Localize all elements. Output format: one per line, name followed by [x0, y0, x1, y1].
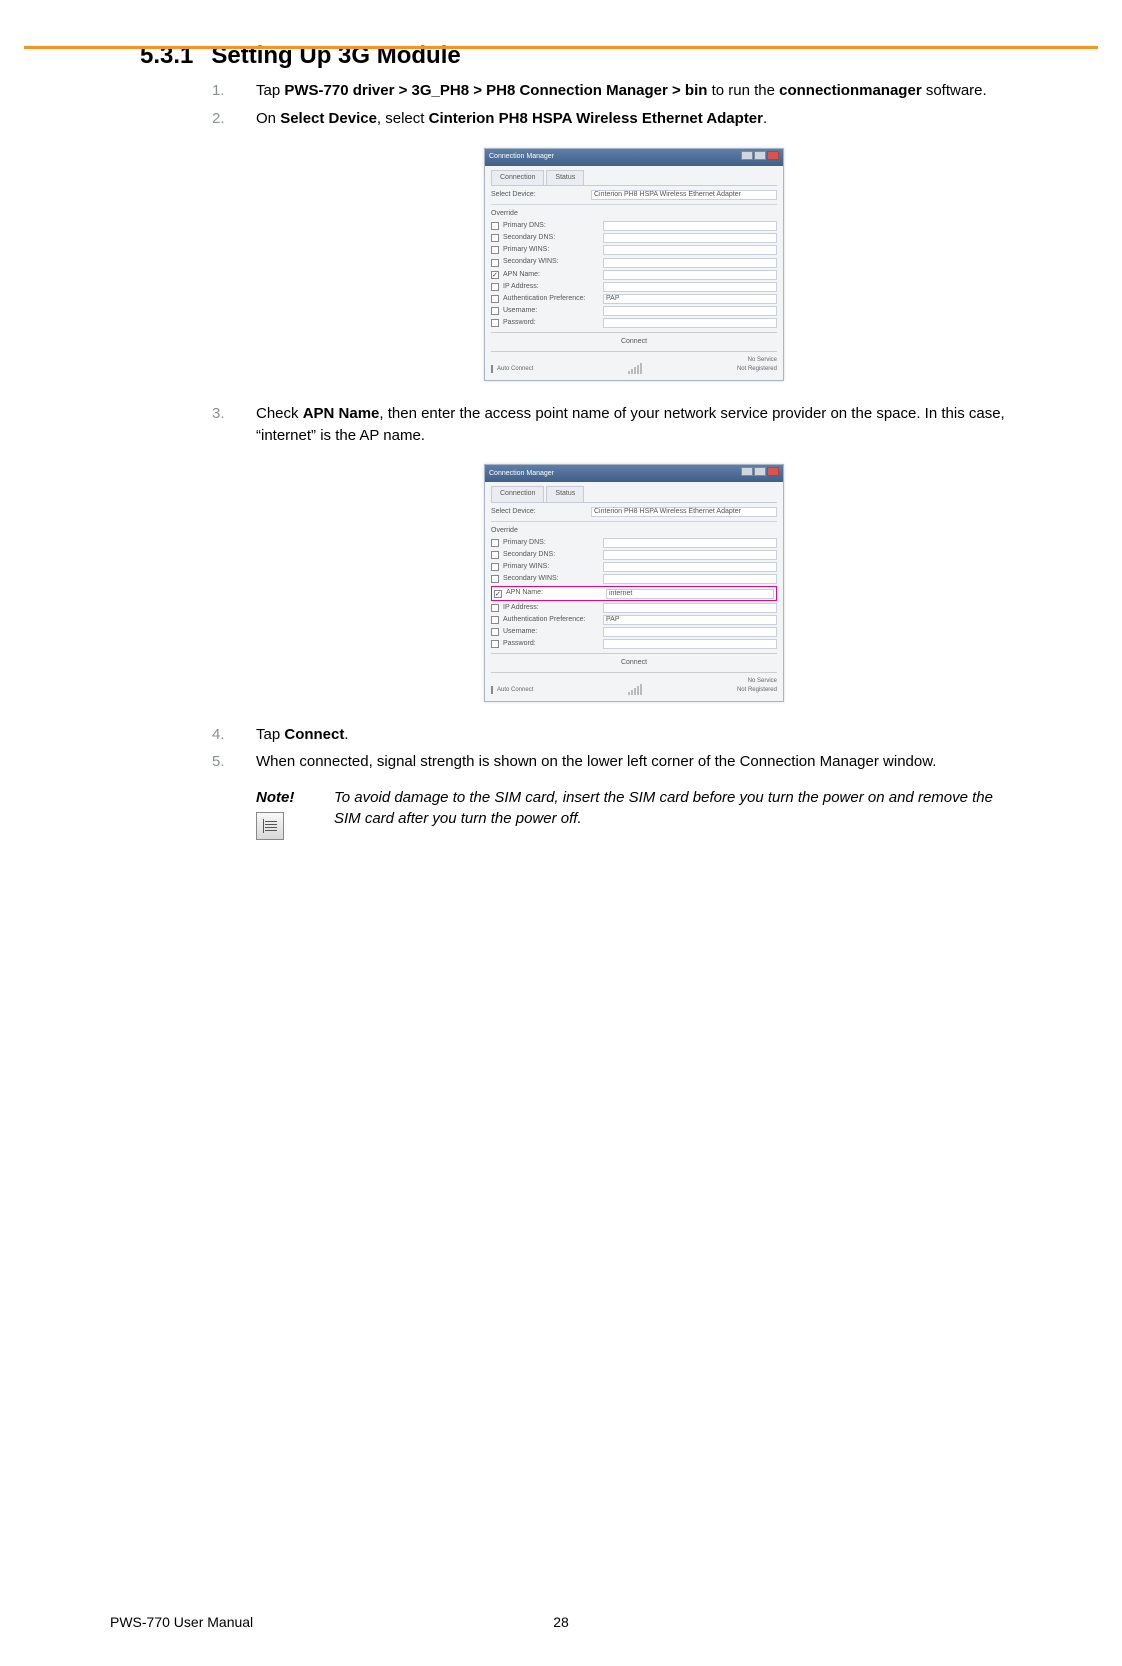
top-orange-rule	[24, 46, 1098, 49]
connect-button: Connect	[491, 332, 777, 352]
step-4: 4. Tap Connect.	[256, 724, 1012, 746]
footer-manual-title: PWS-770 User Manual	[110, 1614, 411, 1630]
window-titlebar: Connection Manager	[485, 149, 783, 166]
tab-connection: Connection	[491, 170, 544, 185]
tab-status: Status	[546, 170, 584, 185]
step-number: 5.	[212, 751, 225, 773]
step-number: 1.	[212, 80, 225, 102]
note-block: Note! To avoid damage to the SIM card, i…	[256, 787, 1012, 840]
footer-page-number: 28	[411, 1614, 712, 1630]
note-label: Note!	[256, 787, 334, 808]
note-icon	[256, 812, 284, 840]
step-number: 4.	[212, 724, 225, 746]
apn-name-input: internet	[606, 589, 774, 599]
step-1: 1. Tap PWS-770 driver > 3G_PH8 > PH8 Con…	[256, 80, 1012, 102]
connection-manager-screenshot-2: Connection Manager Connection Status Sel…	[484, 464, 784, 701]
connection-manager-screenshot-1: Connection Manager Connection Status Sel…	[484, 148, 784, 381]
signal-icon	[628, 362, 642, 374]
step-number: 2.	[212, 108, 225, 130]
step-5: 5. When connected, signal strength is sh…	[256, 751, 1012, 840]
step-3: 3. Check APN Name, then enter the access…	[256, 403, 1012, 702]
select-device-dropdown: Cinterion PH8 HSPA Wireless Ethernet Ada…	[591, 190, 777, 200]
step-2: 2. On Select Device, select Cinterion PH…	[256, 108, 1012, 381]
window-buttons	[740, 151, 779, 164]
steps-list: 1. Tap PWS-770 driver > 3G_PH8 > PH8 Con…	[140, 80, 1012, 840]
note-text: To avoid damage to the SIM card, insert …	[334, 787, 1012, 840]
page-footer: PWS-770 User Manual 28	[110, 1614, 1012, 1630]
step-number: 3.	[212, 403, 225, 425]
